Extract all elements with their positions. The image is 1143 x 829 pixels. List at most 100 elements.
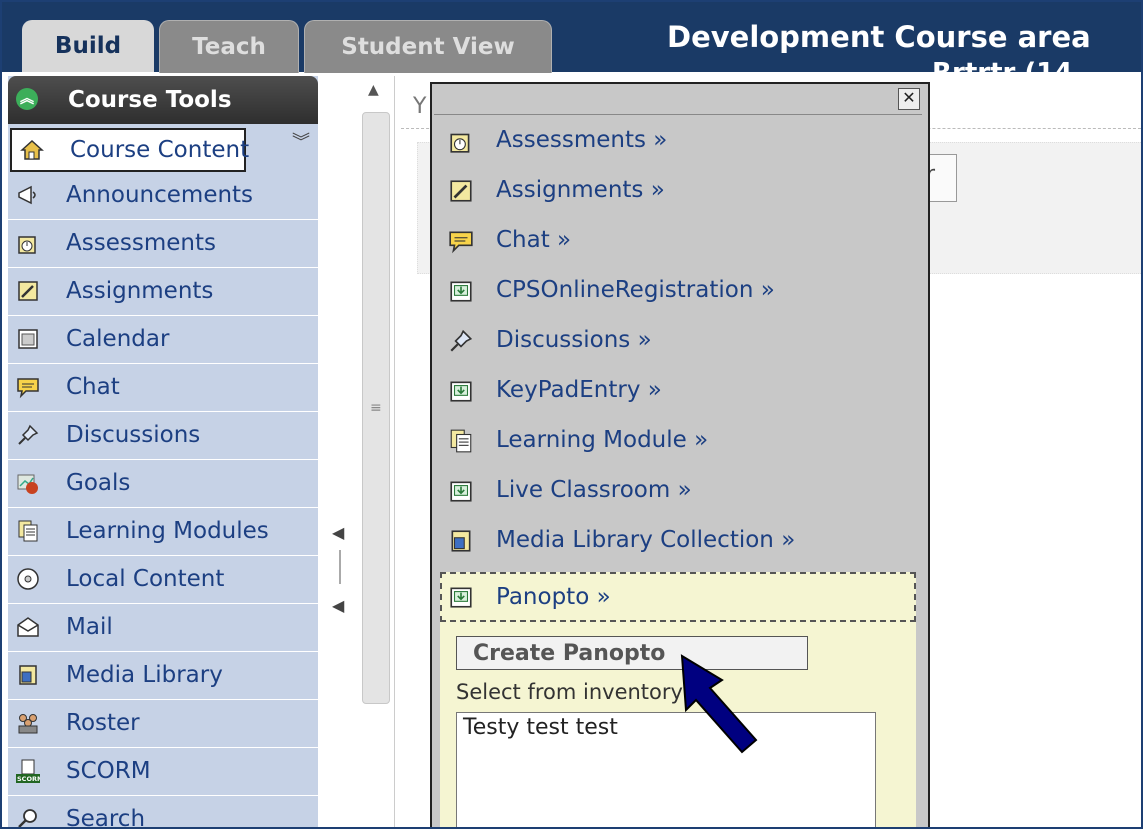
menu-item-label: Assessments » <box>496 127 668 153</box>
menu-item-learning-module[interactable]: Learning Module » <box>442 416 918 464</box>
sidebar-item-label: Learning Modules <box>66 518 269 544</box>
sidebar-item-calendar[interactable]: Calendar <box>8 316 318 364</box>
course-tools-title: Course Tools <box>68 87 232 113</box>
menu-item-label: Learning Module » <box>496 427 709 453</box>
sidebar-item-label: Calendar <box>66 326 170 352</box>
tool-box-icon <box>450 587 472 608</box>
magnifier-icon <box>18 809 37 827</box>
course-title-continued: Rrtrtr (14 <box>932 60 1072 72</box>
menu-item-live-classroom[interactable]: Live Classroom » <box>442 466 918 514</box>
menu-item-assessments[interactable]: Assessments » <box>442 116 918 164</box>
menu-item-label: Assignments » <box>496 177 665 203</box>
megaphone-icon <box>18 185 36 205</box>
sidebar-item-mail[interactable]: Mail <box>8 604 318 652</box>
sidebar-item-discussions[interactable]: Discussions <box>8 412 318 460</box>
chat-bubble-icon <box>449 231 473 254</box>
apple-chart-icon <box>17 474 38 494</box>
top-tab-bar: Build Teach Student View Development Cou… <box>2 2 1141 73</box>
inventory-label: Select from inventory <box>456 680 683 704</box>
envelope-icon <box>17 617 39 637</box>
sidebar-item-label: Assessments <box>66 230 216 256</box>
book-icon <box>19 665 37 685</box>
menu-item-discussions[interactable]: Discussions » <box>442 316 918 364</box>
document-icon <box>18 520 38 542</box>
calendar-icon <box>18 329 38 349</box>
menu-item-label: Discussions » <box>496 327 652 353</box>
sidebar-item-chat[interactable]: Chat <box>8 364 318 412</box>
menu-item-keypadentry[interactable]: KeyPadEntry » <box>442 366 918 414</box>
stopwatch-icon <box>450 133 470 153</box>
collapse-left-icon[interactable]: ◀ <box>332 524 344 542</box>
tool-box-icon <box>450 281 472 302</box>
divider <box>434 114 922 115</box>
course-title: Development Course area <box>667 20 1091 54</box>
sidebar-item-label: Goals <box>66 470 131 496</box>
sidebar-item-label: Course Content <box>70 137 250 163</box>
book-icon <box>451 530 471 552</box>
menu-item-label: Live Classroom » <box>496 477 692 503</box>
menu-item-chat[interactable]: Chat » <box>442 216 918 264</box>
sidebar-item-label: Search <box>66 806 146 829</box>
pushpin-icon <box>450 329 473 352</box>
sidebar-item-assessments[interactable]: Assessments <box>8 220 318 268</box>
sidebar-item-label: Discussions <box>66 422 201 448</box>
scroll-up-icon[interactable]: ▲ <box>368 82 379 98</box>
splitter-handle[interactable] <box>339 550 341 584</box>
sidebar-item-label: Mail <box>66 614 113 640</box>
people-icon <box>18 714 38 734</box>
tab-student-view[interactable]: Student View <box>304 20 552 73</box>
sidebar-item-scorm[interactable]: SCORM SCORM <box>8 748 318 796</box>
grip-icon[interactable]: ≡ <box>370 400 382 416</box>
home-icon <box>20 139 44 160</box>
menu-item-label: Chat » <box>496 227 572 253</box>
sidebar-item-learning-modules[interactable]: Learning Modules <box>8 508 318 556</box>
sidebar-item-label: SCORM <box>66 758 151 784</box>
menu-item-cpsonlineregistration[interactable]: CPSOnlineRegistration » <box>442 266 918 314</box>
sidebar-item-label: Roster <box>66 710 140 736</box>
pencil-paper-icon <box>450 180 472 202</box>
collapse-up-icon[interactable]: ︽ <box>16 88 38 110</box>
menu-item-label: Panopto » <box>496 584 611 610</box>
tab-teach[interactable]: Teach <box>159 20 299 73</box>
menu-item-label: KeyPadEntry » <box>496 377 662 403</box>
sidebar-item-label: Assignments <box>66 278 214 304</box>
menu-item-panopto[interactable]: Panopto » <box>440 572 916 622</box>
inventory-listbox[interactable]: Testy test test <box>456 712 876 827</box>
scorm-icon: SCORM <box>16 759 40 783</box>
menu-item-media-library-collection[interactable]: Media Library Collection » <box>442 516 918 564</box>
course-tools-sidebar: ︽ Course Tools Course Content ︾ Announce… <box>8 76 318 829</box>
menu-item-label: Media Library Collection » <box>496 527 796 553</box>
content-heading-fragment: Y <box>413 94 427 119</box>
sidebar-item-assignments[interactable]: Assignments <box>8 268 318 316</box>
sidebar-item-label: Local Content <box>66 566 225 592</box>
sidebar-item-announcements[interactable]: Announcements <box>8 172 318 220</box>
collapse-left-icon[interactable]: ◀ <box>332 596 344 615</box>
document-icon <box>450 429 472 453</box>
annotation-arrow-icon <box>680 654 758 754</box>
sidebar-item-course-content[interactable]: Course Content <box>10 128 250 172</box>
expand-down-icon[interactable]: ︾ <box>286 128 316 168</box>
sidebar-item-goals[interactable]: Goals <box>8 460 318 508</box>
tab-build[interactable]: Build <box>22 20 154 72</box>
tool-box-icon <box>450 481 472 502</box>
sidebar-item-media-library[interactable]: Media Library <box>8 652 318 700</box>
sidebar-item-label: Media Library <box>66 662 223 688</box>
sidebar-item-label: Chat <box>66 374 120 400</box>
chat-bubble-icon <box>17 378 39 399</box>
app-window: Build Teach Student View Development Cou… <box>0 0 1143 829</box>
course-tools-header[interactable]: ︽ Course Tools <box>8 76 318 124</box>
menu-item-assignments[interactable]: Assignments » <box>442 166 918 214</box>
sidebar-item-search[interactable]: Search <box>8 796 318 829</box>
pushpin-icon <box>18 424 39 445</box>
sidebar-item-roster[interactable]: Roster <box>8 700 318 748</box>
inventory-option[interactable]: Testy test test <box>463 715 869 740</box>
close-icon[interactable]: ✕ <box>898 88 920 110</box>
svg-text:SCORM: SCORM <box>17 775 40 783</box>
pencil-paper-icon <box>18 281 38 301</box>
sidebar-item-label: Announcements <box>66 182 254 208</box>
tool-box-icon <box>450 381 472 402</box>
disc-icon <box>17 568 39 590</box>
stopwatch-icon <box>18 236 36 254</box>
menu-item-label: CPSOnlineRegistration » <box>496 277 775 303</box>
sidebar-item-local-content[interactable]: Local Content <box>8 556 318 604</box>
